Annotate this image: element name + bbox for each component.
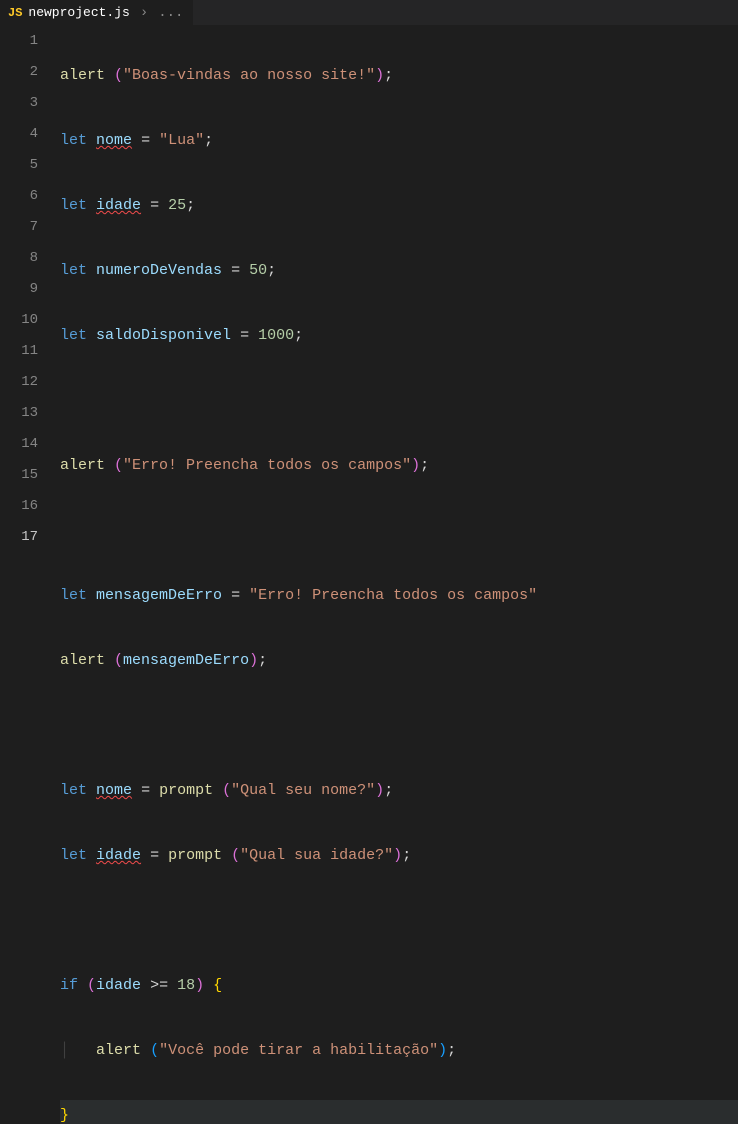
- code-line: let saldoDisponivel = 1000;: [60, 320, 738, 351]
- code-line: alert ("Boas-vindas ao nosso site!");: [60, 60, 738, 91]
- tab-bar: JS newproject.js › ...: [0, 0, 738, 26]
- code-line: }: [60, 1100, 738, 1124]
- code-line: [60, 710, 738, 741]
- breadcrumb-separator: ›: [136, 5, 152, 21]
- js-icon: JS: [8, 6, 22, 20]
- code-line: if (idade >= 18) {: [60, 970, 738, 1001]
- code-line: alert ("Erro! Preencha todos os campos")…: [60, 450, 738, 481]
- code-line: let numeroDeVendas = 50;: [60, 255, 738, 286]
- line-number: 10: [0, 305, 38, 336]
- line-number: 7: [0, 212, 38, 243]
- code-line: [60, 515, 738, 546]
- line-number: 14: [0, 429, 38, 460]
- code-line: [60, 905, 738, 936]
- code-line: │ alert ("Você pode tirar a habilitação"…: [60, 1035, 738, 1066]
- line-number: 2: [0, 57, 38, 88]
- tab-newproject[interactable]: JS newproject.js › ...: [0, 0, 193, 26]
- tab-filename: newproject.js: [28, 5, 129, 20]
- line-number: 11: [0, 336, 38, 367]
- code-content[interactable]: alert ("Boas-vindas ao nosso site!"); le…: [56, 26, 738, 562]
- line-number: 1: [0, 26, 38, 57]
- code-line: let mensagemDeErro = "Erro! Preencha tod…: [60, 580, 738, 611]
- line-number: 16: [0, 491, 38, 522]
- line-number: 13: [0, 398, 38, 429]
- line-number: 12: [0, 367, 38, 398]
- code-line: let idade = 25;: [60, 190, 738, 221]
- code-editor[interactable]: 1 2 3 4 5 6 7 8 9 10 11 12 13 14 15 16 1…: [0, 26, 738, 562]
- line-number: 15: [0, 460, 38, 491]
- breadcrumb-rest: ...: [158, 5, 183, 21]
- line-number: 6: [0, 181, 38, 212]
- code-line: [60, 385, 738, 416]
- code-line: alert (mensagemDeErro);: [60, 645, 738, 676]
- line-number: 9: [0, 274, 38, 305]
- code-line: let nome = prompt ("Qual seu nome?");: [60, 775, 738, 806]
- line-number: 4: [0, 119, 38, 150]
- code-line: let nome = "Lua";: [60, 125, 738, 156]
- line-number: 17: [0, 522, 38, 553]
- code-line: let idade = prompt ("Qual sua idade?");: [60, 840, 738, 871]
- line-number: 5: [0, 150, 38, 181]
- line-number: 8: [0, 243, 38, 274]
- line-number-gutter: 1 2 3 4 5 6 7 8 9 10 11 12 13 14 15 16 1…: [0, 26, 56, 562]
- line-number: 3: [0, 88, 38, 119]
